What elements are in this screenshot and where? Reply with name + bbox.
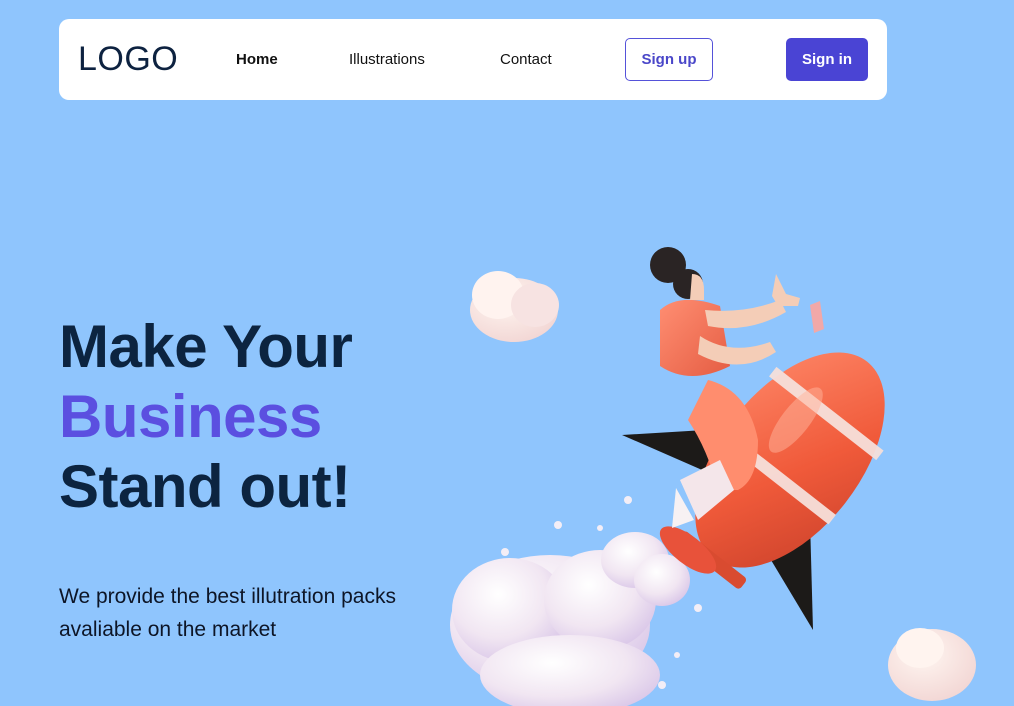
hero-title-line-1: Make Your — [59, 313, 353, 380]
hero-description: We provide the best illutration packs av… — [59, 585, 396, 641]
sign-up-button[interactable]: Sign up — [625, 38, 713, 81]
hero-title-line-2: Business — [59, 383, 322, 450]
logo[interactable]: LOGO — [78, 40, 178, 79]
hero-title: Make Your Business Stand out! — [59, 312, 353, 522]
woman-riding-rocket-illustration — [450, 247, 976, 706]
nav-link-contact[interactable]: Contact — [500, 51, 552, 68]
sign-in-button[interactable]: Sign in — [786, 38, 868, 81]
cloud-small-top — [470, 271, 559, 342]
nav-link-illustrations[interactable]: Illustrations — [349, 51, 425, 68]
nav-link-home[interactable]: Home — [236, 51, 278, 68]
hero-title-line-3: Stand out! — [59, 453, 351, 520]
navbar: LOGO Home Illustrations Contact Sign up … — [59, 19, 887, 100]
cloud-small-bottom — [888, 628, 976, 701]
